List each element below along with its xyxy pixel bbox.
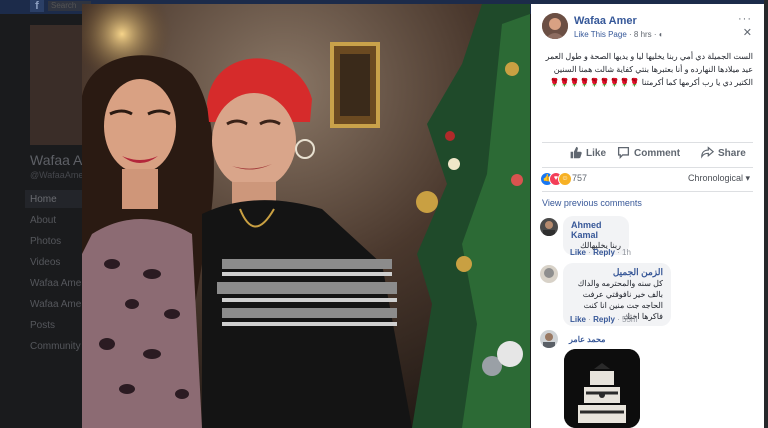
thumbs-up-icon bbox=[570, 146, 582, 159]
avatar-image bbox=[540, 265, 558, 283]
cake-illustration bbox=[564, 349, 640, 428]
like-button[interactable]: Like bbox=[569, 146, 606, 159]
right-edge bbox=[764, 0, 768, 428]
haha-reaction-icon: ☺ bbox=[558, 172, 572, 186]
photo-illustration bbox=[82, 4, 530, 428]
nav-photos: Photos bbox=[30, 236, 62, 247]
commenter-avatar[interactable] bbox=[540, 218, 558, 236]
commenter-name[interactable]: الزمن الجميل bbox=[571, 267, 663, 278]
author-avatar[interactable] bbox=[542, 13, 568, 39]
nav-posts: Posts bbox=[30, 320, 56, 331]
nav-tab-1: Wafaa Amer bbox=[30, 278, 85, 289]
nav-about: About bbox=[30, 215, 57, 226]
comment-photo-cake[interactable] bbox=[564, 349, 640, 428]
comment-button[interactable]: Comment bbox=[617, 146, 680, 159]
like-label: Like bbox=[586, 148, 607, 159]
view-previous-comments-link[interactable]: View previous comments bbox=[542, 198, 642, 208]
comment-icon bbox=[617, 146, 630, 159]
avatar-image bbox=[540, 218, 558, 236]
post-time: · 8 hrs · bbox=[626, 30, 659, 39]
share-button[interactable]: Share bbox=[701, 146, 746, 159]
divider bbox=[542, 191, 753, 192]
commenter-avatar[interactable] bbox=[540, 330, 558, 348]
share-label: Share bbox=[718, 148, 746, 159]
page-handle: @WafaaAmer bbox=[30, 170, 87, 180]
comment-label: Comment bbox=[634, 148, 681, 159]
avatar-image bbox=[542, 13, 568, 39]
comment-reply-link[interactable]: Reply bbox=[593, 315, 615, 324]
globe-icon: ◐ bbox=[658, 30, 664, 39]
avatar-image bbox=[540, 330, 558, 348]
nav-videos: Videos bbox=[30, 257, 61, 268]
commenter-avatar[interactable] bbox=[540, 265, 558, 283]
divider bbox=[542, 167, 753, 168]
more-options-icon[interactable]: ··· bbox=[738, 13, 752, 25]
comment-time: 1h bbox=[622, 248, 631, 257]
post-actions: Like Comment Share bbox=[531, 143, 764, 167]
commenter-name[interactable]: محمد عامر bbox=[569, 335, 605, 344]
post-author-name[interactable]: Wafaa Amer bbox=[574, 15, 637, 27]
comments-panel: Wafaa Amer Like This Page · 8 hrs · ◐ ··… bbox=[531, 4, 764, 428]
comment-sort-dropdown[interactable]: Chronological ▾ bbox=[688, 173, 750, 184]
post-meta: Like This Page · 8 hrs · ◐ bbox=[574, 30, 664, 39]
comment-meta: Like · Reply · 1h bbox=[570, 248, 631, 257]
photo-viewer-image[interactable] bbox=[82, 4, 530, 428]
comment-like-link[interactable]: Like bbox=[570, 315, 586, 324]
comment-like-link[interactable]: Like bbox=[570, 248, 586, 257]
reaction-count: 757 bbox=[572, 173, 588, 183]
facebook-logo-icon: f bbox=[30, 0, 44, 12]
nav-tab-2: Wafaa Amer bbox=[30, 299, 85, 310]
commenter-name[interactable]: Ahmed Kamal bbox=[571, 220, 621, 240]
nav-home: Home bbox=[30, 194, 57, 205]
comment-time: 55m bbox=[622, 315, 638, 324]
page-profile-picture bbox=[30, 25, 82, 145]
nav-community: Community bbox=[30, 341, 81, 352]
close-icon[interactable]: ✕ bbox=[743, 26, 752, 39]
comment-meta: Like · Reply · 55m bbox=[570, 315, 638, 324]
comment-reply-link[interactable]: Reply bbox=[593, 248, 615, 257]
share-icon bbox=[701, 146, 715, 159]
like-page-link[interactable]: Like This Page bbox=[574, 30, 627, 39]
post-text: الست الجميلة دي أمي ربنا يخليها ليا و يد… bbox=[545, 52, 753, 87]
